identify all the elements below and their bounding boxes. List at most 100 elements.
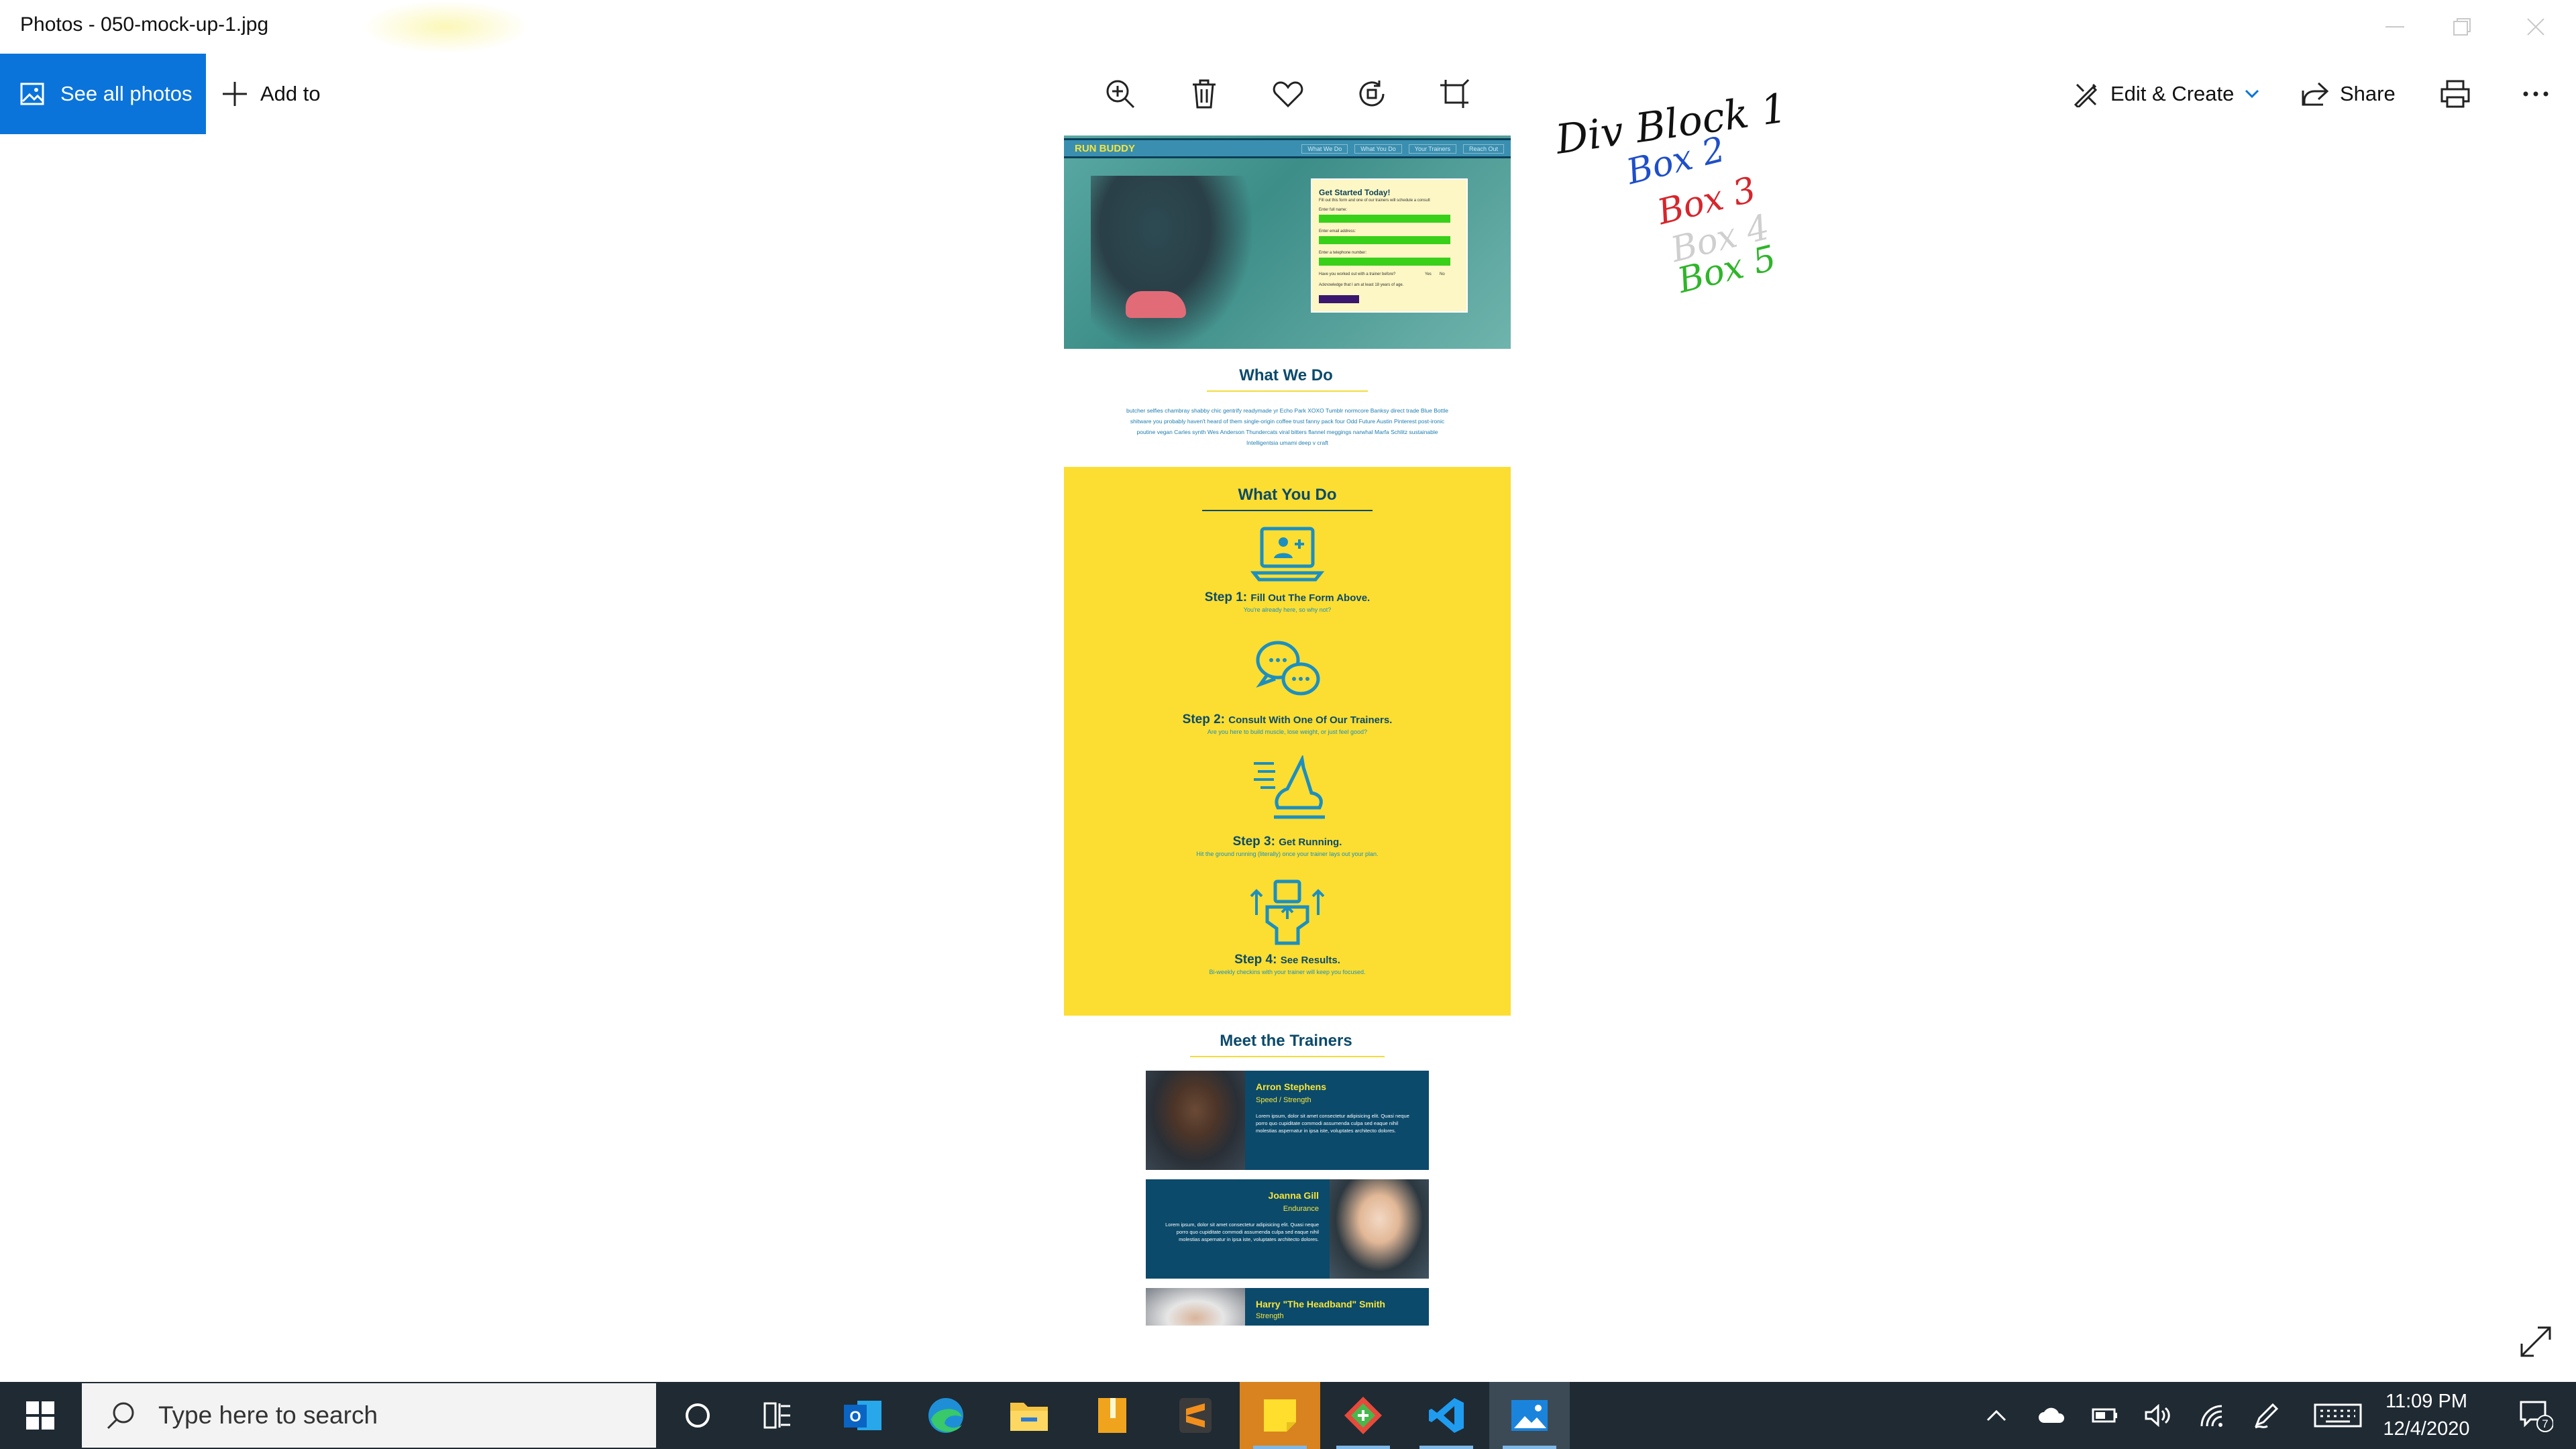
photos-app[interactable]: [1489, 1382, 1570, 1449]
photos-gallery-icon: [20, 83, 44, 105]
mockup-nav-link: Reach Out: [1462, 144, 1504, 154]
search-icon: [107, 1402, 134, 1430]
title-bar: Photos - 050-mock-up-1.jpg: [0, 0, 2576, 54]
sublime-text-app[interactable]: [1155, 1382, 1236, 1449]
form-submit-bar: [1319, 295, 1359, 303]
close-button[interactable]: [2489, 0, 2576, 54]
print-button[interactable]: [2428, 67, 2482, 121]
edge-app[interactable]: [906, 1382, 986, 1449]
pen-workspace-tray[interactable]: [2246, 1382, 2286, 1449]
favorite-icon: [1273, 81, 1303, 108]
ink-annotation: Div Block 1 Box 2 Box 3 Box 4 Box 5: [1543, 85, 1811, 315]
clock-time: 11:09 PM: [2385, 1391, 2467, 1412]
notification-icon: 7: [2520, 1401, 2553, 1432]
add-to-button[interactable]: Add to: [221, 54, 321, 134]
outlook-app[interactable]: O: [822, 1382, 903, 1449]
form-subtitle: Fill out this form and one of our traine…: [1319, 199, 1430, 203]
svg-text:O: O: [849, 1408, 861, 1425]
onedrive-tray[interactable]: [2031, 1382, 2072, 1449]
delete-icon: [1193, 79, 1216, 109]
trainer-name: Joanna Gill: [1268, 1190, 1319, 1201]
sublime-text-icon: [1179, 1398, 1212, 1433]
trainer-card: Joanna Gill Endurance Lorem ipsum, dolor…: [1146, 1179, 1429, 1279]
laptop-user-icon: [1250, 527, 1325, 582]
form-radio-no: No: [1440, 272, 1445, 276]
touch-keyboard-tray[interactable]: [2308, 1382, 2368, 1449]
trainer-photo: [1146, 1288, 1245, 1326]
archive-app[interactable]: [1072, 1382, 1152, 1449]
what-we-do-text: butcher selfies chambray shabby chic gen…: [1126, 407, 1448, 446]
wifi-icon: [2200, 1405, 2222, 1427]
chevron-down-icon: [2245, 89, 2259, 99]
mockup-signup-form: Get Started Today! Fill out this form an…: [1311, 178, 1468, 313]
network-tray[interactable]: [2192, 1382, 2233, 1449]
trainer-name: Harry "The Headband" Smith: [1256, 1299, 1385, 1309]
trainer-specialty: Speed / Strength: [1256, 1096, 1311, 1104]
step-4-label: Step 4:: [1234, 953, 1277, 967]
runner-shoe: [1126, 291, 1186, 318]
system-clock[interactable]: 11:09 PM 12/4/2020: [2369, 1382, 2483, 1449]
what-we-do-title: What We Do: [1239, 366, 1333, 384]
notification-count: 7: [2542, 1417, 2548, 1430]
search-placeholder: Type here to search: [158, 1401, 378, 1429]
form-title: Get Started Today!: [1319, 188, 1391, 197]
mockup-nav: What We Do What You Do Your Trainers Rea…: [1301, 144, 1504, 154]
see-all-photos-button[interactable]: See all photos: [0, 54, 206, 134]
step-2-text: Consult With One Of Our Trainers.: [1228, 714, 1393, 726]
crop-button[interactable]: [1428, 67, 1481, 121]
step-1-desc: You're already here, so why not?: [1243, 606, 1332, 613]
trainers-title: Meet the Trainers: [1220, 1032, 1352, 1050]
windows-icon: [26, 1401, 54, 1430]
expand-icon: [2520, 1326, 2551, 1357]
zoom-in-button[interactable]: [1093, 67, 1147, 121]
git-app[interactable]: [1323, 1382, 1403, 1449]
step-4-text: See Results.: [1280, 955, 1340, 966]
runner-image: [1091, 176, 1252, 349]
volume-tray[interactable]: [2139, 1382, 2179, 1449]
task-view-button[interactable]: [738, 1382, 818, 1449]
share-button[interactable]: Share: [2301, 54, 2396, 134]
edit-create-button[interactable]: Edit & Create: [2073, 54, 2259, 134]
more-options-button[interactable]: [2509, 67, 2563, 121]
add-to-label: Add to: [260, 82, 321, 105]
sticky-notes-app[interactable]: [1240, 1382, 1320, 1449]
step-2-desc: Are you here to build muscle, lose weigh…: [1207, 729, 1368, 735]
full-screen-button[interactable]: [2509, 1315, 2563, 1368]
see-all-photos-label: See all photos: [60, 82, 193, 105]
mockup-brand: RUN BUDDY: [1075, 143, 1135, 154]
form-input-bar: [1319, 215, 1450, 223]
form-label: Enter a telephone number:: [1319, 251, 1367, 255]
running-shoe-icon: [1254, 755, 1325, 819]
restore-icon: [2453, 18, 2471, 36]
file-explorer-app[interactable]: [989, 1382, 1069, 1449]
delete-button[interactable]: [1177, 67, 1231, 121]
step-3-title: Step 3: Get Running.: [1064, 835, 1511, 849]
vscode-app[interactable]: [1406, 1382, 1487, 1449]
edit-create-icon: [2074, 83, 2098, 107]
volume-icon: [2145, 1404, 2170, 1427]
battery-tray[interactable]: [2085, 1382, 2125, 1449]
mockup-nav-link: Your Trainers: [1408, 144, 1456, 154]
section-underline: [1207, 390, 1368, 392]
action-center-button[interactable]: 7: [2502, 1382, 2569, 1449]
chat-bubbles-icon: [1256, 641, 1320, 696]
step-3-desc: Hit the ground running (literally) once …: [1196, 851, 1379, 857]
edge-icon: [928, 1398, 963, 1433]
favorite-button[interactable]: [1261, 67, 1315, 121]
mockup-nav-link: What You Do: [1354, 144, 1402, 154]
step-1-text: Fill Out The Form Above.: [1250, 592, 1371, 604]
clock-date: 12/4/2020: [2383, 1418, 2470, 1440]
mockup-nav-link: What We Do: [1301, 144, 1348, 154]
step-3-label: Step 3:: [1232, 835, 1275, 849]
show-hidden-icons-button[interactable]: [1976, 1382, 2017, 1449]
share-icon: [2302, 82, 2329, 106]
cortana-button[interactable]: [657, 1382, 738, 1449]
start-button[interactable]: [0, 1382, 80, 1449]
rotate-button[interactable]: [1345, 67, 1399, 121]
battery-icon: [2092, 1408, 2117, 1423]
taskbar-search[interactable]: Type here to search: [82, 1383, 656, 1448]
running-indicator: [1336, 1446, 1390, 1449]
rotate-icon: [1359, 80, 1385, 107]
mockup-hero: RUN BUDDY What We Do What You Do Your Tr…: [1064, 136, 1511, 349]
trainer-name: Arron Stephens: [1256, 1081, 1327, 1092]
